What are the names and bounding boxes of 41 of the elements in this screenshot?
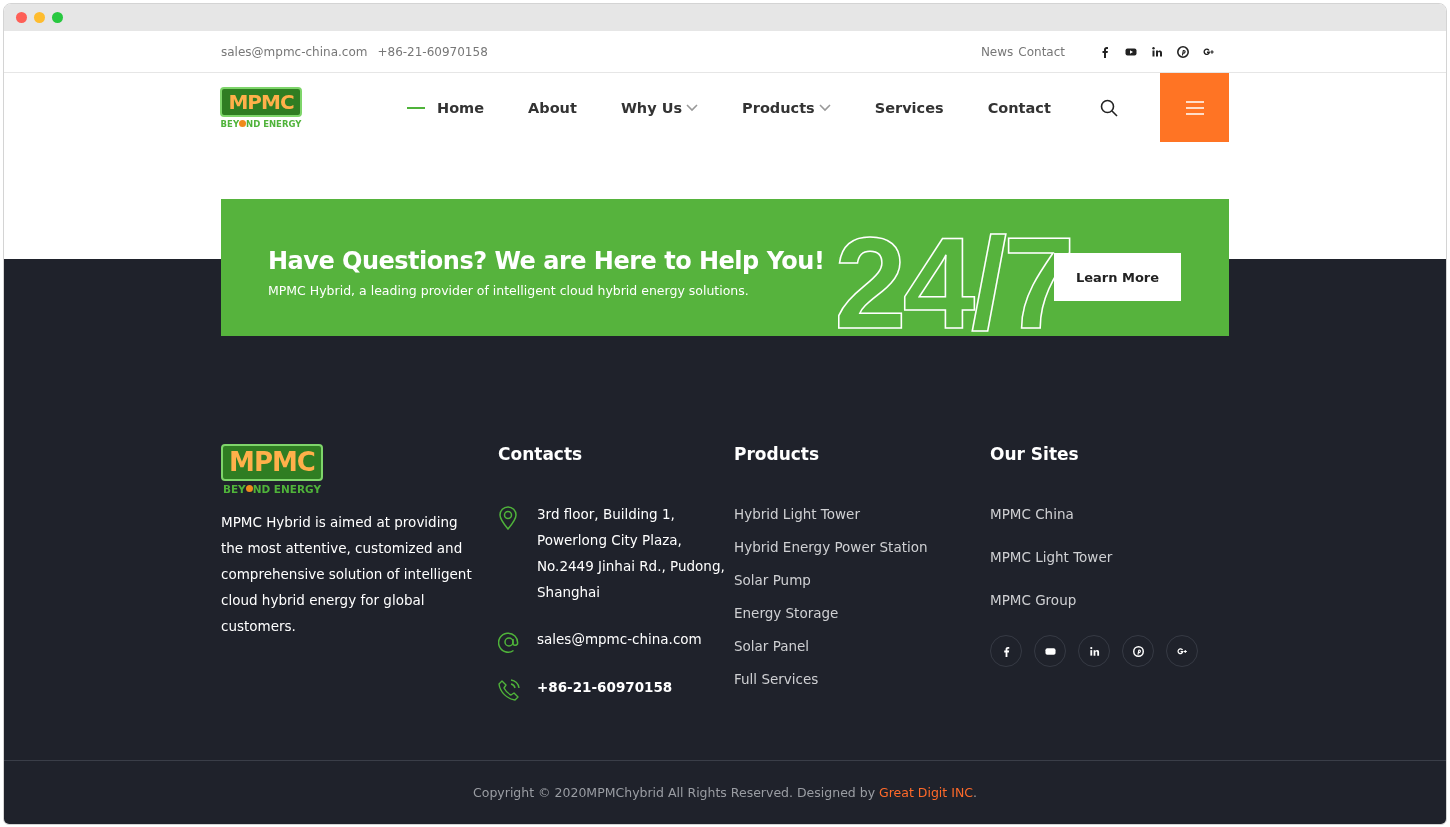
nav-link[interactable]: Why Us <box>620 99 699 116</box>
linkedin-icon[interactable] <box>1151 45 1163 58</box>
map-pin-icon <box>498 506 518 530</box>
copyright-text: Copyright © 2020MPMChybrid All Rights Reserved. Designed by Great Digit INC. <box>473 785 977 800</box>
product-link[interactable]: Solar Pump <box>734 572 990 588</box>
youtube-icon[interactable] <box>1044 645 1056 657</box>
linkedin-icon[interactable] <box>1088 645 1100 657</box>
product-link[interactable]: Solar Panel <box>734 638 990 654</box>
email-link[interactable]: sales@mpmc-china.com <box>221 44 368 59</box>
banner-subtitle: MPMC Hybrid, a leading provider of intelligent cloud hybrid energy solutions. <box>268 283 750 298</box>
search-icon[interactable] <box>1100 98 1118 117</box>
nav-link[interactable]: Contact <box>987 99 1051 116</box>
menu-icon <box>1185 100 1204 115</box>
column-heading: Contacts <box>498 444 584 466</box>
pinterest-icon[interactable] <box>1177 45 1189 58</box>
nav-link[interactable]: Services <box>874 99 944 116</box>
column-heading: Products <box>734 444 821 466</box>
column-heading: Our Sites <box>990 444 1080 466</box>
nav-link[interactable]: About <box>528 99 577 116</box>
product-link[interactable]: Hybrid Light Tower <box>734 506 990 522</box>
phone-icon <box>498 679 520 701</box>
banner-title: Have Questions? We are Here to Help You! <box>268 247 825 275</box>
company-description: MPMC Hybrid is aimed at providing the most attentive, customized and comprehensive solution of intelligent cloud hybrid energy for global customers. <box>221 512 473 636</box>
contact-text: 3rd floor, Building 1, Powerlong City Plaza, No.2449 Jinhai Rd., Pudong, Shanghai <box>537 505 726 602</box>
contact-text: +86-21-60970158 <box>537 678 674 697</box>
site-link[interactable]: MPMC Light Tower <box>990 549 1229 565</box>
product-link[interactable]: Full Services <box>734 671 990 687</box>
learn-more-button[interactable]: Learn More <box>1054 253 1181 301</box>
google-plus-icon[interactable] <box>1176 645 1188 657</box>
contact-text: sales@mpmc-china.com <box>537 630 703 649</box>
site-link[interactable]: MPMC Group <box>990 592 1229 608</box>
at-sign-icon <box>498 631 520 653</box>
site-link[interactable]: MPMC China <box>990 506 1229 522</box>
top-link[interactable]: Contact <box>1018 44 1065 59</box>
nav-link[interactable]: Products <box>742 99 831 116</box>
phone-link[interactable]: +86-21-60970158 <box>377 44 488 59</box>
top-link[interactable]: News <box>980 44 1014 59</box>
nav-link[interactable]: Home <box>407 99 485 116</box>
designer-link[interactable]: Great Digit INC <box>879 785 973 800</box>
product-link[interactable]: Energy Storage <box>734 605 990 621</box>
product-link[interactable]: Hybrid Energy Power Station <box>734 539 990 555</box>
